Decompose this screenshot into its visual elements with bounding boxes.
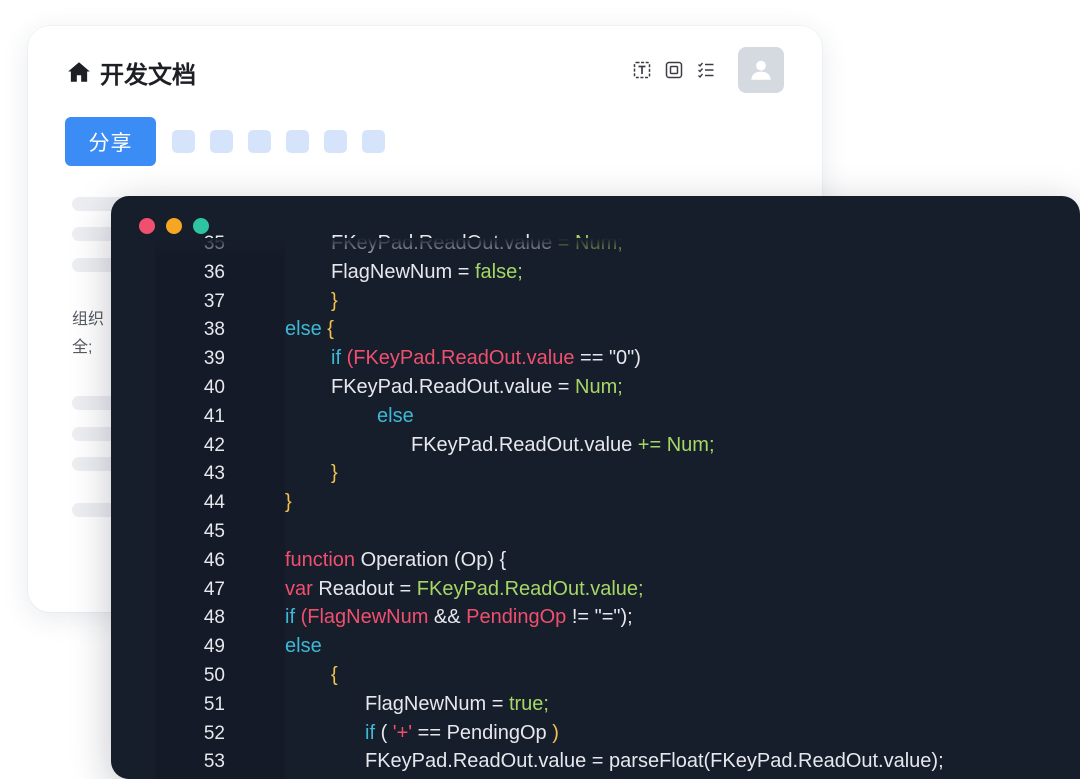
code-line: FKeyPad.ReadOut.value = Num;: [331, 373, 623, 402]
line-number: 46: [203, 549, 225, 571]
paragraph-text: 组织 全;: [72, 306, 104, 362]
code-line: {: [331, 661, 338, 690]
code-token: else: [285, 318, 328, 341]
placeholder-chip[interactable]: [362, 130, 385, 153]
page-title-row: 开发文档: [66, 56, 196, 89]
code-token: "0"): [608, 347, 641, 370]
code-line: FKeyPad.ReadOut.value = parseFloat(FKeyP…: [365, 747, 944, 776]
line-number: 47: [203, 578, 225, 600]
code-token: else: [377, 404, 414, 427]
code-token: FKeyPad.ReadOut.value;: [416, 577, 644, 600]
code-token: FKeyPad.ReadOut.value: [411, 433, 638, 456]
code-token: (FlagNewNum: [300, 606, 434, 629]
code-token: += Num;: [637, 433, 715, 456]
line-number: 41: [203, 405, 225, 427]
code-token: }: [331, 462, 338, 485]
line-number: 52: [203, 722, 225, 744]
code-line: FlagNewNum = true;: [365, 690, 549, 719]
code-token: {: [331, 664, 338, 686]
code-line: }: [331, 459, 338, 488]
line-number: 50: [203, 665, 225, 686]
line-number: 39: [203, 348, 225, 370]
code-token: FKeyPad.ReadOut.value: [331, 376, 558, 398]
code-token: if: [331, 347, 347, 370]
line-number: 48: [203, 607, 225, 629]
share-button[interactable]: 分享: [65, 117, 156, 166]
code-token: function: [285, 548, 361, 571]
code-token: =: [491, 692, 509, 715]
square-icon[interactable]: [664, 60, 684, 80]
line-number: 38: [203, 319, 225, 341]
code-token: Operation (Op) {: [360, 548, 507, 571]
code-line: }: [331, 287, 338, 316]
code-token: FlagNewNum: [365, 692, 492, 715]
placeholder-chip[interactable]: [286, 130, 309, 153]
code-token: !=: [571, 606, 595, 629]
code-line: else: [285, 632, 322, 661]
text-box-icon[interactable]: [632, 60, 652, 80]
code-token: ==: [417, 721, 447, 744]
code-token: "=");: [594, 606, 633, 629]
code-line: FKeyPad.ReadOut.value += Num;: [411, 431, 715, 460]
placeholder-chip[interactable]: [210, 130, 233, 153]
code-token: FKeyPad.ReadOut.value = parseFloat(FKeyP…: [365, 750, 944, 773]
avatar[interactable]: [738, 47, 784, 93]
page-title: 开发文档: [100, 61, 196, 89]
placeholder-chip[interactable]: [248, 130, 271, 153]
placeholder-chip[interactable]: [172, 130, 195, 153]
line-number: 45: [203, 521, 225, 542]
toolbar: [632, 60, 716, 80]
code-token: true;: [508, 692, 549, 715]
code-token: (: [380, 721, 393, 744]
placeholder-chip[interactable]: [324, 130, 347, 153]
code-token: '+': [392, 721, 418, 744]
code-token: =: [457, 260, 475, 283]
code-line: if ( '+' == PendingOp ): [365, 719, 559, 748]
code-token: Readout: [318, 577, 400, 600]
home-icon[interactable]: [66, 59, 92, 85]
code-token: if: [365, 721, 381, 744]
line-number: 40: [203, 377, 225, 398]
code-token: }: [285, 491, 292, 514]
code-token: Num;: [575, 376, 623, 398]
code-token: var: [285, 577, 319, 600]
checklist-icon[interactable]: [696, 60, 716, 80]
code-line: var Readout = FKeyPad.ReadOut.value;: [285, 575, 644, 604]
code-token: if: [285, 606, 301, 629]
code-token: FlagNewNum: [331, 260, 458, 283]
line-number: 51: [203, 693, 225, 715]
line-number: 42: [203, 434, 225, 456]
code-editor-window: 35FKeyPad.ReadOut.value = Num;36FlagNewN…: [111, 196, 1080, 779]
code-line: if (FlagNewNum && PendingOp != "=");: [285, 603, 633, 632]
code-token: PendingOp: [466, 606, 572, 629]
code-token: }: [331, 289, 338, 312]
line-number: 49: [203, 636, 225, 658]
code-token: PendingOp: [446, 721, 553, 744]
code-line: else {: [285, 315, 334, 344]
code-token: ==: [580, 347, 609, 370]
line-number: 36: [203, 261, 225, 283]
line-number: 53: [203, 751, 225, 773]
scroll-fade: [111, 238, 1080, 260]
code-line: if (FKeyPad.ReadOut.value == "0"): [331, 344, 641, 373]
code-token: ): [552, 721, 559, 744]
code-token: =: [399, 577, 417, 600]
code-token: else: [285, 635, 322, 658]
code-line: else: [377, 402, 414, 431]
code-token: false;: [474, 260, 523, 283]
code-body[interactable]: 35FKeyPad.ReadOut.value = Num;36FlagNewN…: [111, 196, 1080, 779]
paragraph-line: 全;: [72, 339, 93, 356]
code-token: {: [327, 318, 334, 341]
paragraph-line: 组织: [72, 311, 105, 328]
line-number: 44: [203, 492, 225, 514]
line-number: 43: [203, 463, 225, 485]
code-token: (FKeyPad.ReadOut.value: [346, 347, 581, 370]
code-line: }: [285, 488, 292, 517]
code-token: &&: [433, 606, 467, 629]
code-line: FlagNewNum = false;: [331, 258, 523, 287]
line-number: 37: [203, 290, 225, 312]
code-line: function Operation (Op) {: [285, 546, 506, 575]
code-token: =: [557, 376, 576, 398]
user-icon: [751, 60, 771, 80]
